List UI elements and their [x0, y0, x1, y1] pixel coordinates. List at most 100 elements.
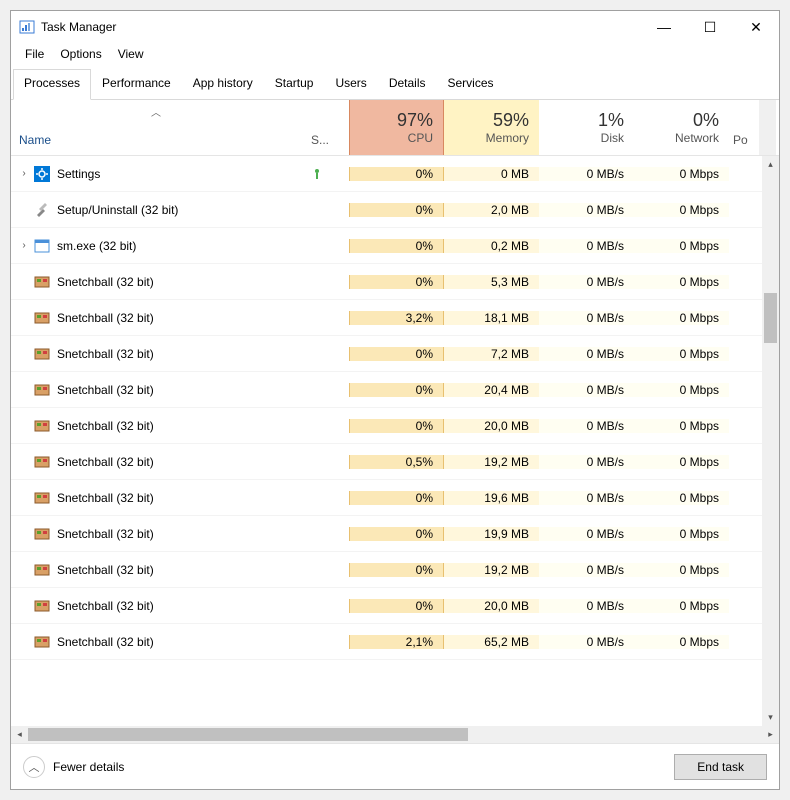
process-icon [33, 237, 51, 255]
cell-memory: 19,6 MB [444, 491, 539, 505]
cell-name: Setup/Uninstall (32 bit) [11, 201, 311, 219]
table-row[interactable]: Snetchball (32 bit)0%5,3 MB0 MB/s0 Mbps [11, 264, 762, 300]
process-name: Snetchball (32 bit) [57, 527, 154, 541]
cell-network: 0 Mbps [634, 311, 729, 325]
tab-processes[interactable]: Processes [13, 69, 91, 100]
cell-status [311, 168, 349, 180]
table-row[interactable]: ›Settings0%0 MB0 MB/s0 Mbps [11, 156, 762, 192]
menu-view[interactable]: View [110, 45, 152, 63]
tab-app-history[interactable]: App history [182, 69, 264, 99]
cell-network: 0 Mbps [634, 167, 729, 181]
cell-cpu: 0% [349, 167, 444, 181]
tab-details[interactable]: Details [378, 69, 437, 99]
column-header-memory[interactable]: 59% Memory [444, 100, 539, 155]
column-header-name[interactable]: ︿ Name [11, 100, 311, 155]
cell-cpu: 0,5% [349, 455, 444, 469]
cell-name: Snetchball (32 bit) [11, 345, 311, 363]
vertical-scrollbar[interactable]: ▴ ▾ [762, 156, 779, 726]
cell-cpu: 0% [349, 239, 444, 253]
tab-startup[interactable]: Startup [264, 69, 325, 99]
process-icon [33, 273, 51, 291]
table-row[interactable]: Snetchball (32 bit)0%7,2 MB0 MB/s0 Mbps [11, 336, 762, 372]
table-row[interactable]: Snetchball (32 bit)0%19,9 MB0 MB/s0 Mbps [11, 516, 762, 552]
table-row[interactable]: Setup/Uninstall (32 bit)0%2,0 MB0 MB/s0 … [11, 192, 762, 228]
cell-disk: 0 MB/s [539, 419, 634, 433]
expand-chevron-icon[interactable]: › [17, 168, 31, 179]
process-name: Snetchball (32 bit) [57, 455, 154, 469]
table-row[interactable]: Snetchball (32 bit)0%20,0 MB0 MB/s0 Mbps [11, 588, 762, 624]
fewer-details-label: Fewer details [53, 760, 124, 774]
process-name: Snetchball (32 bit) [57, 635, 154, 649]
app-icon [19, 19, 35, 35]
minimize-button[interactable]: — [641, 11, 687, 43]
column-header-power[interactable]: Po [729, 100, 759, 155]
menu-options[interactable]: Options [52, 45, 109, 63]
process-name: Snetchball (32 bit) [57, 311, 154, 325]
scroll-thumb[interactable] [764, 293, 777, 343]
process-name: Snetchball (32 bit) [57, 599, 154, 613]
cell-name: Snetchball (32 bit) [11, 453, 311, 471]
tab-users[interactable]: Users [324, 69, 377, 99]
cell-disk: 0 MB/s [539, 527, 634, 541]
close-button[interactable]: ✕ [733, 11, 779, 43]
table-row[interactable]: Snetchball (32 bit)2,1%65,2 MB0 MB/s0 Mb… [11, 624, 762, 660]
cell-memory: 18,1 MB [444, 311, 539, 325]
maximize-button[interactable]: ☐ [687, 11, 733, 43]
titlebar[interactable]: Task Manager — ☐ ✕ [11, 11, 779, 43]
cell-network: 0 Mbps [634, 239, 729, 253]
chevron-up-icon: ︿ [23, 756, 45, 778]
cell-memory: 65,2 MB [444, 635, 539, 649]
process-name: Setup/Uninstall (32 bit) [57, 203, 178, 217]
content-area: ︿ Name S... 97% CPU 59% Memory 1% Disk [11, 100, 779, 789]
cell-network: 0 Mbps [634, 275, 729, 289]
fewer-details-toggle[interactable]: ︿ Fewer details [23, 756, 124, 778]
tab-services[interactable]: Services [437, 69, 505, 99]
cell-network: 0 Mbps [634, 563, 729, 577]
process-icon [33, 489, 51, 507]
cell-memory: 0,2 MB [444, 239, 539, 253]
end-task-button[interactable]: End task [674, 754, 767, 780]
process-icon [33, 633, 51, 651]
window-title: Task Manager [41, 20, 641, 34]
process-name: sm.exe (32 bit) [57, 239, 136, 253]
table-row[interactable]: Snetchball (32 bit)0,5%19,2 MB0 MB/s0 Mb… [11, 444, 762, 480]
cell-disk: 0 MB/s [539, 599, 634, 613]
scroll-up-arrow-icon[interactable]: ▴ [762, 156, 779, 173]
column-header-cpu[interactable]: 97% CPU [349, 100, 444, 155]
table-row[interactable]: Snetchball (32 bit)0%19,6 MB0 MB/s0 Mbps [11, 480, 762, 516]
table-row[interactable]: › sm.exe (32 bit) 0%0,2 MB0 MB/s0 Mbps [11, 228, 762, 264]
process-name: Snetchball (32 bit) [57, 563, 154, 577]
column-header-disk[interactable]: 1% Disk [539, 100, 634, 155]
table-body: ›Settings0%0 MB0 MB/s0 MbpsSetup/Uninsta… [11, 156, 779, 726]
table-row[interactable]: Snetchball (32 bit)0%20,4 MB0 MB/s0 Mbps [11, 372, 762, 408]
process-icon [33, 453, 51, 471]
hscroll-track[interactable] [28, 726, 762, 743]
scroll-gutter [759, 100, 776, 155]
cell-memory: 2,0 MB [444, 203, 539, 217]
process-icon [33, 525, 51, 543]
expand-chevron-icon[interactable]: › [17, 240, 31, 251]
scroll-track[interactable] [762, 173, 779, 709]
table-row[interactable]: Snetchball (32 bit)3,2%18,1 MB0 MB/s0 Mb… [11, 300, 762, 336]
tab-performance[interactable]: Performance [91, 69, 182, 99]
process-name: Snetchball (32 bit) [57, 419, 154, 433]
cell-name: Snetchball (32 bit) [11, 561, 311, 579]
cell-cpu: 2,1% [349, 635, 444, 649]
table-row[interactable]: Snetchball (32 bit)0%19,2 MB0 MB/s0 Mbps [11, 552, 762, 588]
scroll-left-arrow-icon[interactable]: ◂ [11, 726, 28, 743]
column-header-network[interactable]: 0% Network [634, 100, 729, 155]
table-row[interactable]: Snetchball (32 bit)0%20,0 MB0 MB/s0 Mbps [11, 408, 762, 444]
menu-file[interactable]: File [17, 45, 52, 63]
cell-disk: 0 MB/s [539, 239, 634, 253]
cell-disk: 0 MB/s [539, 311, 634, 325]
horizontal-scrollbar[interactable]: ◂ ▸ [11, 726, 779, 743]
process-icon [33, 417, 51, 435]
column-header-status[interactable]: S... [311, 100, 349, 155]
cell-name: Snetchball (32 bit) [11, 489, 311, 507]
scroll-down-arrow-icon[interactable]: ▾ [762, 709, 779, 726]
process-name: Snetchball (32 bit) [57, 491, 154, 505]
hscroll-thumb[interactable] [28, 728, 468, 741]
menubar: File Options View [11, 43, 779, 65]
scroll-right-arrow-icon[interactable]: ▸ [762, 726, 779, 743]
task-manager-window: Task Manager — ☐ ✕ File Options View Pro… [10, 10, 780, 790]
